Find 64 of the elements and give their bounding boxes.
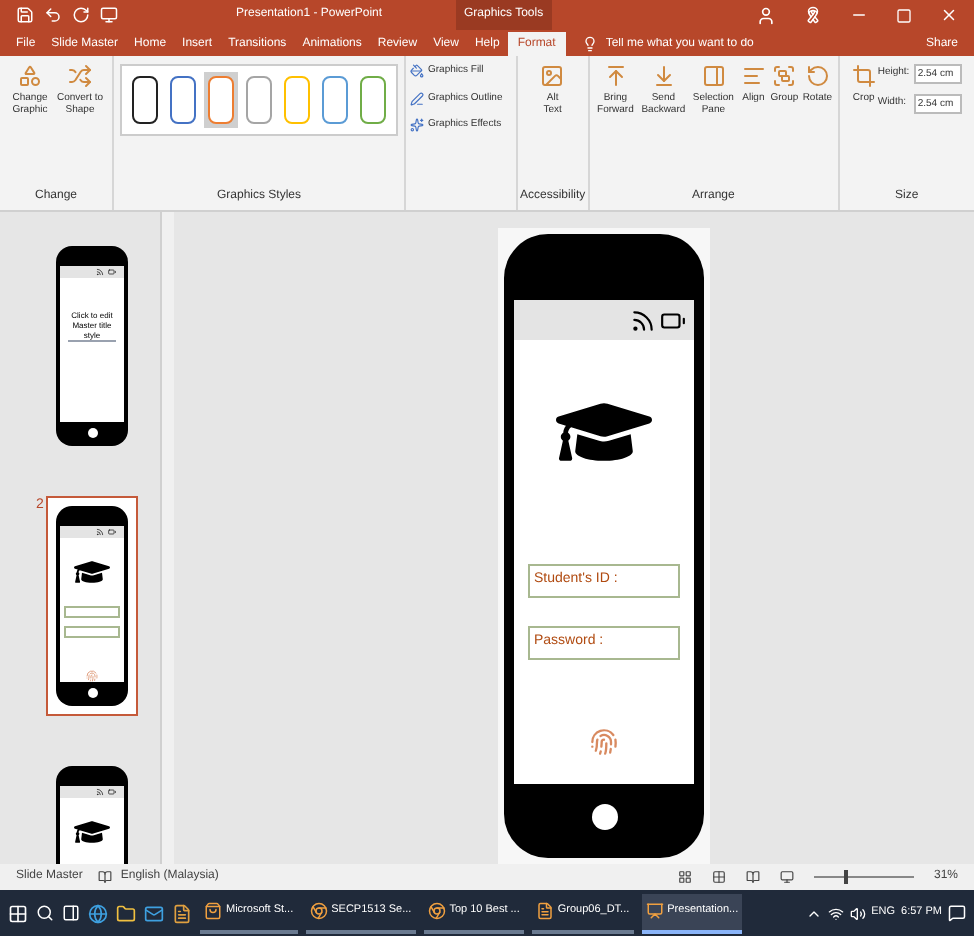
bag-icon	[204, 902, 222, 920]
style-swatch[interactable]	[356, 72, 390, 128]
fingerprint-icon	[590, 728, 618, 756]
pane-icon	[701, 64, 726, 88]
ribbon-display-icon[interactable]	[804, 6, 822, 24]
maximize-icon[interactable]	[896, 7, 912, 23]
pen-icon	[410, 91, 424, 106]
network-icon[interactable]	[827, 905, 844, 921]
style-swatch[interactable]	[204, 72, 238, 128]
slideshow-icon[interactable]	[100, 6, 118, 24]
close-icon[interactable]	[940, 6, 958, 24]
fingerprint-icon	[86, 670, 98, 682]
volume-icon[interactable]	[849, 905, 866, 921]
home-button-icon	[87, 687, 97, 697]
arrow-up-icon	[603, 64, 628, 88]
align-icon	[741, 64, 766, 88]
task-view-icon[interactable]	[62, 904, 80, 922]
reading-view-icon[interactable]	[745, 870, 760, 884]
rotate-icon	[805, 64, 830, 88]
browser-icon	[309, 902, 328, 920]
start-icon[interactable]	[8, 903, 28, 923]
shuffle-icon	[68, 64, 92, 88]
folder-icon[interactable]	[116, 903, 136, 923]
style-swatch[interactable]	[242, 72, 276, 128]
notification-icon[interactable]	[948, 904, 966, 922]
signal-icon	[96, 528, 104, 536]
app-icon[interactable]	[172, 903, 192, 923]
field-drawing	[64, 606, 120, 618]
group-icon	[772, 64, 797, 88]
undo-icon[interactable]	[44, 6, 62, 24]
slideshow-view-icon[interactable]	[779, 870, 794, 884]
home-button-icon	[591, 803, 617, 829]
style-swatch[interactable]	[166, 72, 200, 128]
presentation-icon	[645, 902, 664, 920]
style-swatch[interactable]	[280, 72, 314, 128]
field-drawing	[64, 626, 120, 638]
crop-icon	[851, 64, 876, 88]
signal-icon	[96, 268, 104, 276]
browser-icon	[427, 902, 446, 920]
shapes-icon	[18, 64, 42, 88]
style-swatch[interactable]	[128, 72, 162, 128]
lightbulb-icon	[581, 36, 598, 52]
battery-icon	[108, 528, 116, 536]
document-icon	[535, 902, 554, 920]
battery-icon	[660, 307, 686, 333]
signal-icon	[96, 788, 104, 796]
search-icon[interactable]	[36, 904, 54, 922]
normal-view-icon[interactable]	[677, 870, 692, 884]
signal-icon	[630, 307, 656, 333]
image-icon	[540, 64, 565, 88]
save-icon[interactable]	[16, 6, 34, 24]
spelling-icon	[98, 870, 113, 884]
account-icon[interactable]	[756, 5, 776, 25]
arrow-down-icon	[651, 64, 676, 88]
sorter-view-icon[interactable]	[711, 870, 726, 884]
redo-icon[interactable]	[72, 6, 90, 24]
browser-icon[interactable]	[88, 903, 108, 923]
sparkles-icon	[410, 118, 424, 133]
home-button-icon	[87, 427, 97, 437]
style-swatch[interactable]	[318, 72, 352, 128]
paint-bucket-icon	[410, 64, 424, 79]
battery-icon	[108, 268, 116, 276]
battery-icon	[108, 788, 116, 796]
mail-icon[interactable]	[144, 903, 164, 923]
